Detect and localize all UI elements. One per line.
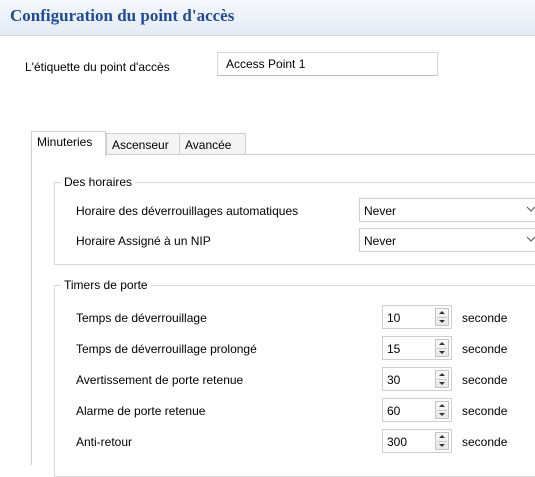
stepper-value: 15	[387, 342, 401, 356]
schedules-legend: Des horaires	[61, 175, 136, 189]
door-timers-legend: Timers de porte	[61, 278, 151, 292]
extended-unlock-time-stepper[interactable]: 15	[382, 336, 452, 360]
arrow-down-icon[interactable]	[439, 320, 445, 323]
auto-unlock-schedule-label: Horaire des déverrouillages automatiques	[76, 204, 299, 218]
header-bar: Configuration du point d'accès	[0, 0, 535, 36]
extended-unlock-time-label: Temps de déverrouillage prolongé	[76, 342, 257, 356]
arrow-up-icon[interactable]	[439, 404, 445, 407]
stepper-value: 10	[387, 311, 401, 325]
tab-label: Avancée	[185, 138, 232, 152]
tab-ascenseur[interactable]: Ascenseur	[106, 133, 180, 154]
select-value: Never	[364, 234, 397, 248]
stepper-value: 60	[387, 404, 401, 418]
tab-label: Minuteries	[37, 135, 93, 149]
stepper-value: 300	[387, 435, 408, 449]
arrow-down-icon[interactable]	[439, 413, 445, 416]
arrow-down-icon[interactable]	[439, 382, 445, 385]
spinner[interactable]	[435, 308, 449, 326]
unit-label: seconde	[462, 373, 508, 387]
door-held-warning-stepper[interactable]: 30	[382, 367, 452, 391]
anti-passback-stepper[interactable]: 300	[382, 429, 452, 453]
arrow-up-icon[interactable]	[439, 342, 445, 345]
spinner[interactable]	[435, 432, 449, 450]
tab-panel-minuteries: Des horaires Horaire des déverrouillages…	[31, 154, 535, 477]
unit-label: seconde	[462, 404, 508, 418]
page-title: Configuration du point d'accès	[10, 6, 235, 25]
spinner[interactable]	[435, 339, 449, 357]
unit-label: seconde	[462, 435, 508, 449]
arrow-down-icon[interactable]	[439, 351, 445, 354]
door-held-warning-label: Avertissement de porte retenue	[76, 373, 244, 387]
pin-schedule-select[interactable]: Never	[359, 228, 535, 252]
unlock-time-stepper[interactable]: 10	[382, 305, 452, 329]
select-value: Never	[364, 204, 397, 218]
chevron-down-icon	[526, 236, 535, 242]
unit-label: seconde	[462, 311, 508, 325]
stepper-value: 30	[387, 373, 401, 387]
access-point-label: L'étiquette du point d'accès	[25, 60, 170, 74]
pin-schedule-label: Horaire Assigné à un NIP	[76, 234, 211, 248]
door-timers-group: Timers de porte Temps de déverrouillage …	[54, 278, 535, 477]
arrow-up-icon[interactable]	[439, 311, 445, 314]
anti-passback-label: Anti-retour	[76, 435, 133, 449]
arrow-up-icon[interactable]	[439, 435, 445, 438]
unit-label: seconde	[462, 342, 508, 356]
tab-avancee[interactable]: Avancée	[179, 133, 246, 154]
tab-label: Ascenseur	[112, 138, 169, 152]
spinner[interactable]	[435, 401, 449, 419]
door-held-alarm-label: Alarme de porte retenue	[76, 404, 206, 418]
schedules-group: Des horaires Horaire des déverrouillages…	[54, 175, 535, 265]
access-point-name-input[interactable]	[217, 52, 438, 76]
unlock-time-label: Temps de déverrouillage	[76, 311, 207, 325]
arrow-up-icon[interactable]	[439, 373, 445, 376]
spinner[interactable]	[435, 370, 449, 388]
door-held-alarm-stepper[interactable]: 60	[382, 398, 452, 422]
tab-strip: Minuteries Ascenseur Avancée	[31, 131, 535, 156]
auto-unlock-schedule-select[interactable]: Never	[359, 198, 535, 222]
arrow-down-icon[interactable]	[439, 444, 445, 447]
chevron-down-icon	[526, 206, 535, 212]
tab-minuteries[interactable]: Minuteries	[31, 131, 106, 156]
